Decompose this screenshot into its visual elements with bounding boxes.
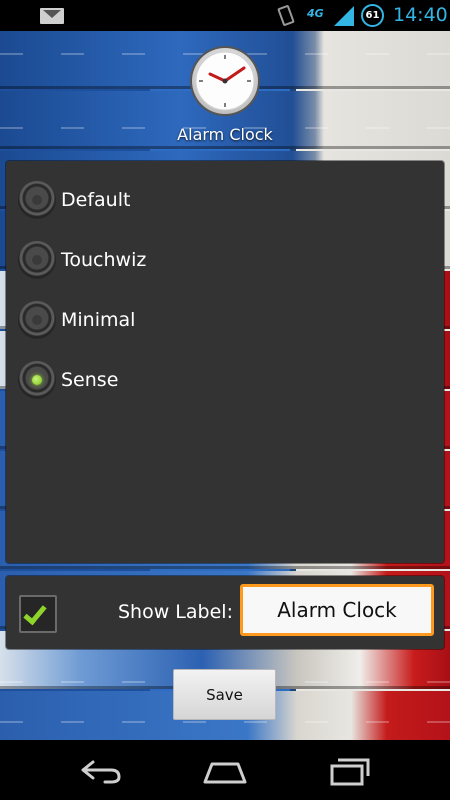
- radio-label: Touchwiz: [61, 249, 147, 271]
- radio-label: Minimal: [61, 309, 136, 331]
- radio-label: Default: [61, 189, 131, 211]
- wallpaper-grain: [0, 721, 450, 723]
- recent-apps-icon[interactable]: [328, 752, 374, 788]
- style-options-panel: Default Touchwiz Minimal Sense: [6, 161, 444, 563]
- status-time: 14:40: [393, 4, 448, 26]
- gmail-icon: [40, 8, 64, 24]
- radio-button[interactable]: [18, 241, 56, 279]
- radio-button[interactable]: [18, 181, 56, 219]
- radio-option-minimal[interactable]: Minimal: [18, 300, 318, 340]
- home-icon[interactable]: [202, 752, 248, 788]
- alarm-clock-icon: [188, 44, 262, 118]
- navigation-bar: [0, 740, 450, 800]
- back-icon[interactable]: [77, 752, 123, 788]
- radio-button-selected[interactable]: [18, 361, 56, 399]
- label-settings-panel: Show Label:: [6, 576, 444, 649]
- app-title: Alarm Clock: [177, 125, 273, 144]
- status-bar: 4G 61 14:40: [0, 0, 450, 31]
- radio-option-default[interactable]: Default: [18, 180, 318, 220]
- signal-icon: [334, 6, 354, 26]
- vibrate-icon: [277, 4, 295, 27]
- radio-option-sense[interactable]: Sense: [18, 360, 318, 400]
- show-label-checkbox[interactable]: [19, 595, 57, 633]
- battery-icon: 61: [361, 4, 384, 27]
- save-button[interactable]: Save: [173, 669, 276, 720]
- show-label-text: Show Label:: [118, 601, 233, 623]
- radio-option-touchwiz[interactable]: Touchwiz: [18, 240, 318, 280]
- label-input[interactable]: [240, 584, 434, 636]
- radio-button[interactable]: [18, 301, 56, 339]
- network-4g-icon: 4G: [307, 7, 324, 20]
- radio-label: Sense: [61, 369, 119, 391]
- checkmark-icon: [23, 600, 47, 626]
